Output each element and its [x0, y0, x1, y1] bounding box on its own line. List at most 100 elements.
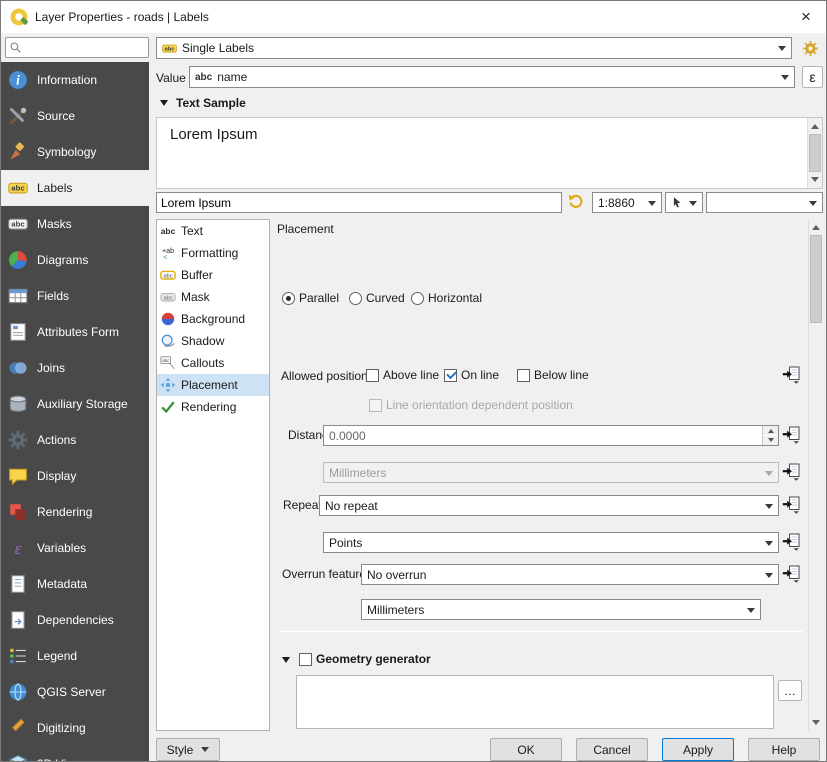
sidebar-item-labels[interactable]: abcLabels	[1, 170, 149, 206]
checkbox-on-line[interactable]: On line	[444, 368, 499, 382]
sidebar-item-digitizing[interactable]: Digitizing	[1, 710, 149, 746]
checkbox-box	[366, 369, 379, 382]
svg-text:abc: abc	[164, 46, 175, 52]
overrun-select[interactable]: No overrun	[361, 564, 779, 585]
sidebar-item-rendering[interactable]: Rendering	[1, 494, 149, 530]
checkbox-box	[299, 653, 312, 666]
sidebar-item-label: Actions	[37, 433, 76, 447]
checkbox-above-line[interactable]: Above line	[366, 368, 439, 382]
label-tab-text[interactable]: abcText	[157, 220, 269, 242]
labeling-mode-select[interactable]: abc Single Labels	[156, 37, 792, 59]
spin-up-button[interactable]	[762, 426, 778, 435]
checkbox-below-line[interactable]: Below line	[517, 368, 589, 382]
label-tab-background[interactable]: Background	[157, 308, 269, 330]
sidebar-item-dependencies[interactable]: Dependencies	[1, 602, 149, 638]
data-defined-override-button[interactable]	[781, 532, 801, 552]
sidebar-item-masks[interactable]: abcMasks	[1, 206, 149, 242]
actions-icon	[7, 429, 29, 451]
sidebar-item-symbology[interactable]: Symbology	[1, 134, 149, 170]
sidebar-item-label: Information	[37, 73, 97, 87]
geometry-generator-collapse-toggle[interactable]	[282, 657, 290, 667]
radio-horizontal[interactable]: Horizontal	[411, 291, 482, 305]
label-tab-placement[interactable]: Placement	[157, 374, 269, 396]
sidebar-item-metadata[interactable]: Metadata	[1, 566, 149, 602]
label-tab-rendering[interactable]: Rendering	[157, 396, 269, 418]
sidebar-item-variables[interactable]: εVariables	[1, 530, 149, 566]
sidebar-item-information[interactable]: iInformation	[1, 62, 149, 98]
label-tab-mask[interactable]: abcMask	[157, 286, 269, 308]
sidebar-item-qgis-server[interactable]: QGIS Server	[1, 674, 149, 710]
svg-text:ε: ε	[15, 539, 22, 558]
distance-input[interactable]: 0.0000	[323, 425, 779, 446]
label-tab-callouts[interactable]: abcCallouts	[157, 352, 269, 374]
label-tab-buffer[interactable]: abcBuffer	[157, 264, 269, 286]
sidebar-item-label: Fields	[37, 289, 69, 303]
text-sample-scrollbar[interactable]	[807, 118, 822, 188]
text-sample-preview: Lorem Ipsum	[156, 117, 823, 189]
labels-icon: abc	[7, 177, 29, 199]
panel-scrollbar[interactable]	[808, 219, 823, 731]
data-defined-override-button[interactable]	[781, 495, 801, 515]
ok-button[interactable]: OK	[490, 738, 562, 761]
label-tab-label: Placement	[181, 378, 238, 392]
chevron-down-icon	[778, 46, 786, 55]
sidebar-item-fields[interactable]: Fields	[1, 278, 149, 314]
text-sample-collapse-toggle[interactable]	[160, 100, 168, 110]
titlebar: Layer Properties - roads | Labels ×	[1, 1, 826, 33]
spin-down-button[interactable]	[762, 436, 778, 445]
sidebar-item-diagrams[interactable]: Diagrams	[1, 242, 149, 278]
geometry-generator-expression[interactable]	[296, 675, 774, 729]
map-scale-capture-button[interactable]	[665, 192, 703, 213]
apply-button[interactable]: Apply	[662, 738, 734, 761]
sidebar-item-label: Masks	[37, 217, 72, 231]
scroll-down-button[interactable]	[808, 172, 822, 188]
label-tab-shadow[interactable]: Shadow	[157, 330, 269, 352]
sidebar-item-legend[interactable]: Legend	[1, 638, 149, 674]
sidebar-item-attributes-form[interactable]: Attributes Form	[1, 314, 149, 350]
repeat-select[interactable]: No repeat	[319, 495, 779, 516]
data-defined-override-button[interactable]	[781, 564, 801, 584]
data-defined-override-button[interactable]	[781, 425, 801, 445]
scroll-up-button[interactable]	[808, 118, 822, 134]
style-menu-button[interactable]: Style	[156, 738, 220, 761]
data-defined-override-button[interactable]	[781, 365, 801, 385]
scrollbar-thumb[interactable]	[809, 134, 821, 172]
radio-parallel[interactable]: Parallel	[282, 291, 339, 305]
automated-placement-settings-button[interactable]	[798, 37, 823, 59]
value-select[interactable]: abc name	[189, 66, 795, 88]
distance-unit-value: Millimeters	[329, 466, 386, 480]
checkbox-geometry-generator[interactable]: Geometry generator	[299, 652, 431, 666]
geometry-generator-label: Geometry generator	[316, 652, 431, 666]
sidebar-item-auxiliary-storage[interactable]: Auxiliary Storage	[1, 386, 149, 422]
label-settings-tabs: abcText+ab<FormattingabcBufferabcMaskBac…	[156, 219, 270, 731]
preview-background-select[interactable]	[706, 192, 823, 213]
scrollbar-thumb[interactable]	[810, 235, 822, 323]
sidebar-item-actions[interactable]: Actions	[1, 422, 149, 458]
sidebar-item-joins[interactable]: Joins	[1, 350, 149, 386]
repeat-unit-select[interactable]: Points	[323, 532, 779, 553]
scroll-down-button[interactable]	[809, 715, 823, 731]
radio-curved[interactable]: Curved	[349, 291, 405, 305]
distance-unit-select[interactable]: Millimeters	[323, 462, 779, 483]
sidebar-item-source[interactable]: Source	[1, 98, 149, 134]
preview-text-input[interactable]	[156, 192, 562, 213]
data-defined-override-button[interactable]	[781, 462, 801, 482]
mask-tab-icon: abc	[160, 289, 176, 305]
expression-builder-button[interactable]: ε	[802, 66, 823, 88]
cancel-button[interactable]: Cancel	[576, 738, 648, 761]
sidebar-item-3d-view[interactable]: 3D View	[1, 746, 149, 762]
scale-select[interactable]: 1:8860	[592, 192, 662, 213]
sidebar-item-display[interactable]: Display	[1, 458, 149, 494]
chevron-down-icon	[765, 573, 773, 582]
chevron-down-icon	[765, 471, 773, 480]
overrun-unit-select[interactable]: Millimeters	[361, 599, 761, 620]
label-tab-formatting[interactable]: +ab<Formatting	[157, 242, 269, 264]
reset-preview-button[interactable]	[565, 191, 587, 213]
expression-dialog-button[interactable]: …	[778, 680, 802, 701]
source-icon	[7, 105, 29, 127]
scroll-up-button[interactable]	[809, 219, 823, 235]
search-input[interactable]	[25, 41, 145, 55]
checkbox-line-orientation[interactable]: Line orientation dependent position	[369, 398, 573, 412]
help-button[interactable]: Help	[748, 738, 820, 761]
close-button[interactable]: ×	[790, 1, 822, 33]
